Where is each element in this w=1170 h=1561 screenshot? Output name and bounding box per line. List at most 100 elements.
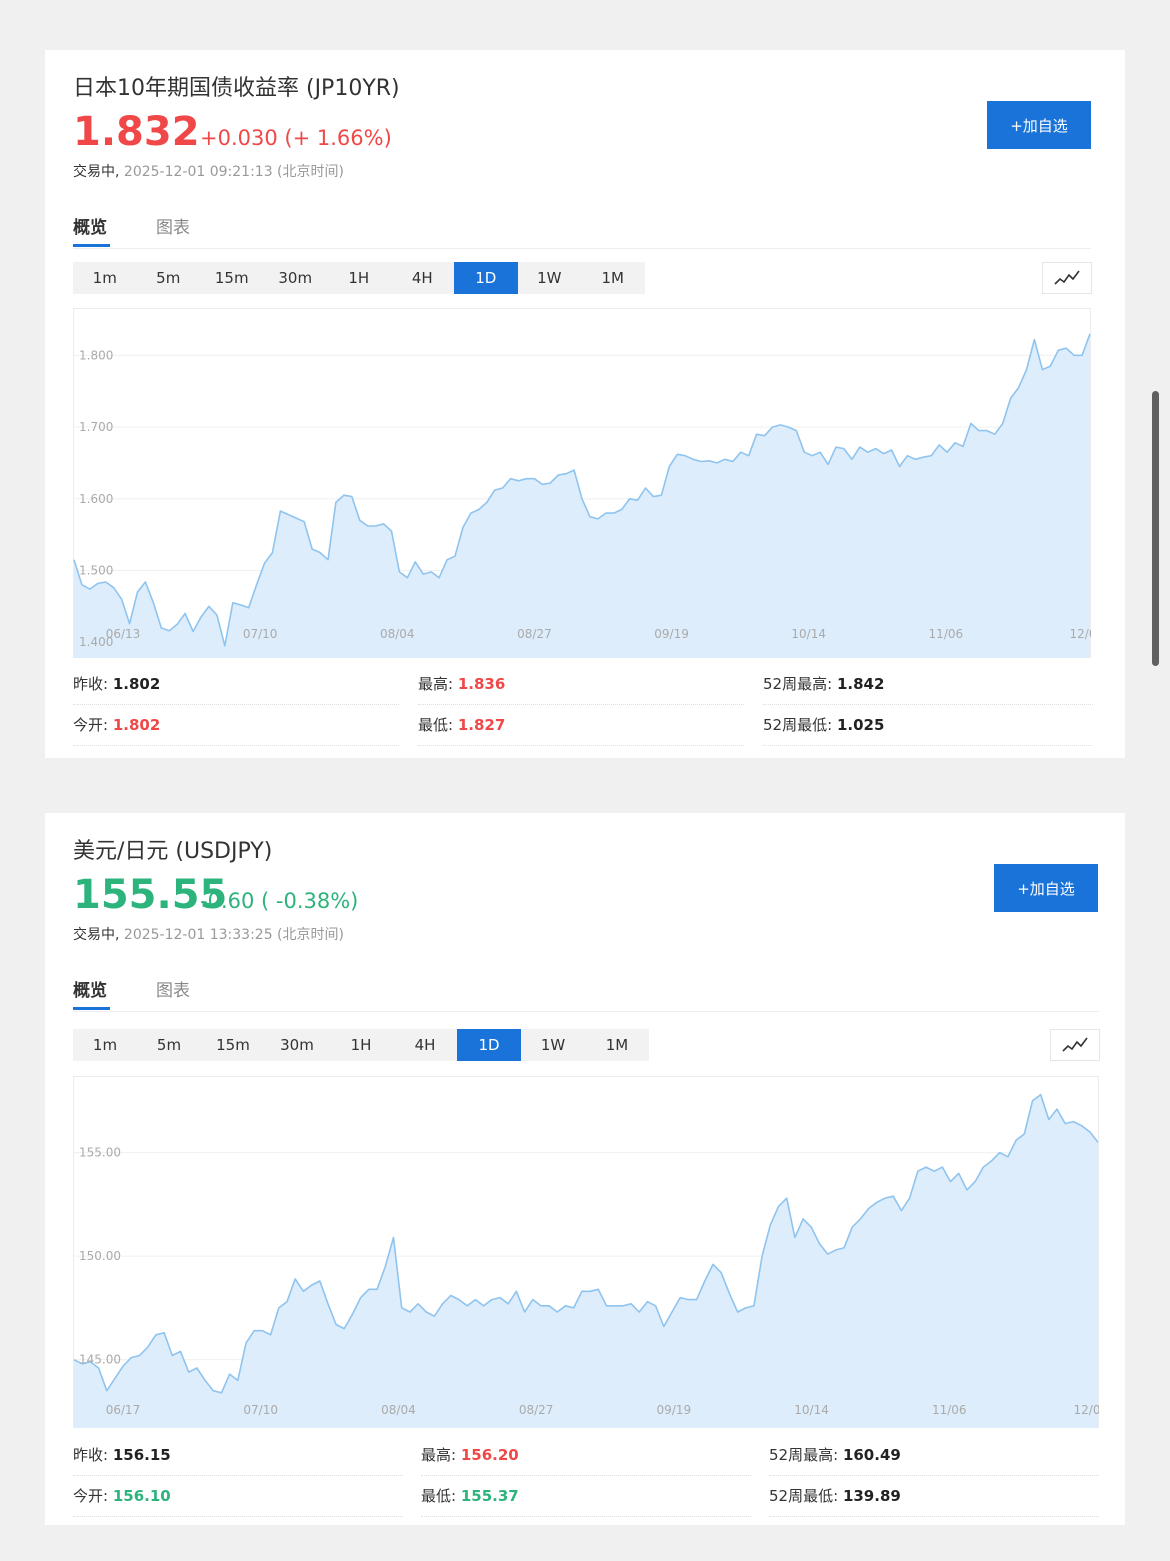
period-30m[interactable]: 30m bbox=[264, 262, 328, 294]
period-selector: 1m 5m 15m 30m 1H 4H 1D 1W 1M bbox=[73, 262, 645, 294]
stat-high: 最高: 1.836 bbox=[418, 664, 744, 705]
stat-label: 今开: bbox=[73, 1487, 109, 1505]
tab-overview[interactable]: 概览 bbox=[73, 976, 107, 1001]
chart-type-toggle[interactable] bbox=[1050, 1029, 1100, 1061]
period-4h[interactable]: 4H bbox=[393, 1029, 457, 1061]
y-tick-label: 155.00 bbox=[79, 1146, 121, 1160]
stats-row: 今开: 1.802 最低: 1.827 52周最低: 1.025 bbox=[73, 705, 1093, 746]
stat-open: 今开: 156.10 bbox=[73, 1476, 403, 1517]
x-tick-label: 12/0 bbox=[1070, 627, 1091, 641]
stat-52w-high: 52周最高: 160.49 bbox=[769, 1435, 1099, 1476]
stat-value: 139.89 bbox=[842, 1487, 901, 1505]
period-1mo[interactable]: 1M bbox=[585, 1029, 649, 1061]
y-tick-label: 150.00 bbox=[79, 1249, 121, 1263]
x-tick-label: 09/19 bbox=[657, 1403, 692, 1417]
add-to-watchlist-button[interactable]: +加自选 bbox=[994, 864, 1098, 912]
x-tick-label: 06/13 bbox=[106, 627, 141, 641]
stat-value: 156.15 bbox=[112, 1446, 171, 1464]
stat-label: 最低: bbox=[421, 1487, 457, 1505]
period-1d[interactable]: 1D bbox=[454, 262, 518, 294]
period-1m[interactable]: 1m bbox=[73, 262, 137, 294]
stat-52w-high: 52周最高: 1.842 bbox=[763, 664, 1093, 705]
stat-high: 最高: 156.20 bbox=[421, 1435, 751, 1476]
timestamp: 2025-12-01 13:33:25 (北京时间) bbox=[123, 927, 344, 943]
stat-value: 1.025 bbox=[836, 716, 885, 734]
stat-label: 52周最高: bbox=[769, 1446, 839, 1464]
period-1w[interactable]: 1W bbox=[518, 262, 582, 294]
stats-row: 今开: 156.10 最低: 155.37 52周最低: 139.89 bbox=[73, 1476, 1099, 1517]
stat-label: 52周最低: bbox=[769, 1487, 839, 1505]
stat-prev-close: 昨收: 1.802 bbox=[73, 664, 399, 705]
x-tick-label: 11/06 bbox=[929, 627, 964, 641]
add-to-watchlist-button[interactable]: +加自选 bbox=[987, 101, 1091, 149]
stats-row: 昨收: 156.15 最高: 156.20 52周最高: 160.49 bbox=[73, 1435, 1099, 1476]
chart-canvas: 155.00 150.00 145.00 06/17 07/10 08/04 08/27 09… bbox=[73, 1076, 1099, 1428]
line-chart-icon bbox=[1062, 1037, 1088, 1052]
x-tick-label: 08/27 bbox=[517, 627, 552, 641]
period-5m[interactable]: 5m bbox=[137, 262, 201, 294]
tab-bar: 概览 图表 bbox=[73, 210, 1091, 249]
period-1h[interactable]: 1H bbox=[329, 1029, 393, 1061]
y-tick-label: 1.800 bbox=[79, 348, 113, 362]
stat-open: 今开: 1.802 bbox=[73, 705, 399, 746]
tab-chart[interactable]: 图表 bbox=[156, 213, 190, 238]
period-1mo[interactable]: 1M bbox=[581, 262, 645, 294]
y-tick-label: 1.700 bbox=[79, 420, 113, 434]
x-tick-label: 09/19 bbox=[654, 627, 689, 641]
period-15m[interactable]: 15m bbox=[200, 262, 264, 294]
stat-label: 最高: bbox=[421, 1446, 457, 1464]
active-tab-indicator bbox=[73, 244, 110, 247]
period-5m[interactable]: 5m bbox=[137, 1029, 201, 1061]
tab-chart[interactable]: 图表 bbox=[156, 976, 190, 1001]
x-tick-label: 08/27 bbox=[519, 1403, 554, 1417]
stat-value: 156.20 bbox=[460, 1446, 519, 1464]
page-scrollbar[interactable] bbox=[1152, 391, 1159, 666]
x-tick-label: 10/14 bbox=[794, 1403, 829, 1417]
tab-overview[interactable]: 概览 bbox=[73, 213, 107, 238]
stat-value: 160.49 bbox=[842, 1446, 901, 1464]
instrument-title: 日本10年期国债收益率 (JP10YR) bbox=[73, 76, 400, 101]
stat-value: 1.827 bbox=[457, 716, 506, 734]
stat-value: 1.836 bbox=[457, 675, 506, 693]
usdjpy-card: 美元/日元 (USDJPY) 155.55 -0.60 ( -0.38%) 交易… bbox=[45, 813, 1125, 1525]
stat-label: 最低: bbox=[418, 716, 454, 734]
period-4h[interactable]: 4H bbox=[391, 262, 455, 294]
stat-value: 1.802 bbox=[112, 716, 161, 734]
stat-52w-low: 52周最低: 139.89 bbox=[769, 1476, 1099, 1517]
stat-label: 昨收: bbox=[73, 1446, 109, 1464]
period-1w[interactable]: 1W bbox=[521, 1029, 585, 1061]
price-change: -0.60 ( -0.38%) bbox=[200, 889, 359, 913]
timestamp: 2025-12-01 09:21:13 (北京时间) bbox=[123, 164, 344, 180]
x-tick-label: 12/0 bbox=[1074, 1403, 1099, 1417]
y-tick-label: 1.500 bbox=[79, 564, 113, 578]
stat-label: 最高: bbox=[418, 675, 454, 693]
x-tick-label: 06/17 bbox=[106, 1403, 141, 1417]
period-15m[interactable]: 15m bbox=[201, 1029, 265, 1061]
period-30m[interactable]: 30m bbox=[265, 1029, 329, 1061]
x-tick-label: 07/10 bbox=[243, 1403, 278, 1417]
y-tick-label: 1.600 bbox=[79, 492, 113, 506]
stat-value: 1.842 bbox=[836, 675, 885, 693]
price-chart: 155.00 150.00 145.00 06/17 07/10 08/04 08/27 09… bbox=[73, 1076, 1099, 1428]
stat-value: 155.37 bbox=[460, 1487, 519, 1505]
period-1d[interactable]: 1D bbox=[457, 1029, 521, 1061]
stat-low: 最低: 1.827 bbox=[418, 705, 744, 746]
line-chart-icon bbox=[1054, 270, 1080, 285]
chart-type-toggle[interactable] bbox=[1042, 262, 1092, 294]
price-change: +0.030 (+ 1.66%) bbox=[200, 126, 392, 150]
x-tick-label: 07/10 bbox=[243, 627, 278, 641]
stat-value: 156.10 bbox=[112, 1487, 171, 1505]
x-tick-label: 10/14 bbox=[791, 627, 826, 641]
stats-row: 昨收: 1.802 最高: 1.836 52周最高: 1.842 bbox=[73, 664, 1093, 705]
status-label: 交易中, bbox=[73, 927, 120, 943]
x-tick-label: 11/06 bbox=[932, 1403, 967, 1417]
period-selector: 1m 5m 15m 30m 1H 4H 1D 1W 1M bbox=[73, 1029, 649, 1061]
stat-low: 最低: 155.37 bbox=[421, 1476, 751, 1517]
active-tab-indicator bbox=[73, 1007, 110, 1010]
x-tick-label: 08/04 bbox=[380, 627, 415, 641]
last-price: 1.832 bbox=[73, 109, 200, 155]
stat-label: 52周最高: bbox=[763, 675, 833, 693]
period-1h[interactable]: 1H bbox=[327, 262, 391, 294]
tab-bar: 概览 图表 bbox=[73, 973, 1099, 1012]
period-1m[interactable]: 1m bbox=[73, 1029, 137, 1061]
